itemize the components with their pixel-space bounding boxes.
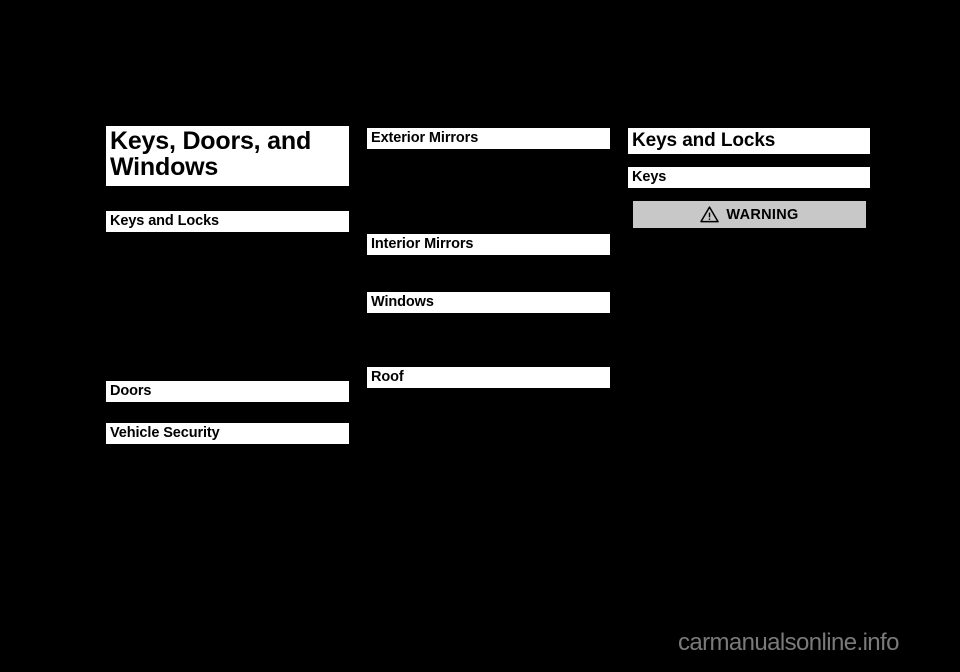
section-heading-vehicle-security[interactable]: Vehicle Security bbox=[106, 423, 349, 444]
section-heading-interior-mirrors[interactable]: Interior Mirrors bbox=[367, 234, 610, 255]
manual-page: Keys, Doors, and Windows Keys and Locks … bbox=[0, 0, 960, 672]
warning-label: WARNING bbox=[726, 206, 799, 223]
warning-triangle-icon bbox=[700, 206, 720, 223]
warning-callout: WARNING bbox=[631, 199, 868, 230]
section-heading-doors[interactable]: Doors bbox=[106, 381, 349, 402]
section-heading-roof[interactable]: Roof bbox=[367, 367, 610, 388]
section-heading-keys-and-locks-left[interactable]: Keys and Locks bbox=[106, 211, 349, 232]
toc-entry-roof-clipped bbox=[368, 386, 610, 390]
site-watermark: carmanualsonline.info bbox=[678, 629, 899, 656]
section-heading-keys-and-locks-right: Keys and Locks bbox=[628, 128, 870, 154]
section-heading-exterior-mirrors[interactable]: Exterior Mirrors bbox=[367, 128, 610, 149]
section-heading-keys: Keys bbox=[628, 167, 870, 188]
chapter-title: Keys, Doors, and Windows bbox=[106, 126, 349, 186]
section-heading-windows[interactable]: Windows bbox=[367, 292, 610, 313]
